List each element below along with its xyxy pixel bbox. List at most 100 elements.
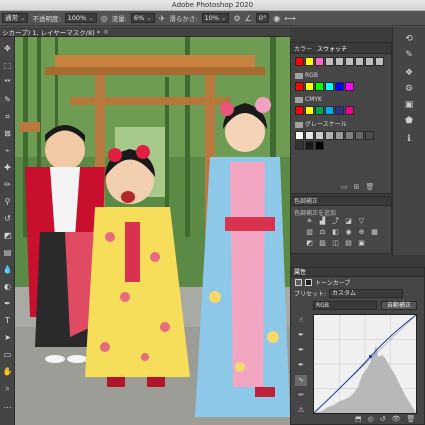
flow-field[interactable]: 6% ⌄: [130, 13, 155, 23]
trash-icon[interactable]: 🗑: [366, 183, 375, 191]
curves-icon[interactable]: ⤴: [331, 217, 340, 225]
angle-field[interactable]: 0°: [255, 13, 270, 23]
zoom-tool[interactable]: ⌕: [2, 383, 13, 394]
opacity-field[interactable]: 100% ⌄: [64, 13, 97, 23]
gradient-tool[interactable]: ▤: [2, 247, 13, 258]
cmyk-swatch[interactable]: [305, 106, 314, 115]
recent-swatch[interactable]: [355, 57, 364, 66]
exposure-icon[interactable]: ◪: [344, 217, 353, 225]
properties-tab[interactable]: 属性: [291, 268, 424, 277]
trash-icon[interactable]: 🗑: [407, 415, 416, 423]
glyph-icon[interactable]: ❖: [402, 67, 416, 79]
shape-tool[interactable]: ▭: [2, 349, 13, 360]
recent-swatch[interactable]: [305, 57, 314, 66]
preset-select[interactable]: カスタム: [329, 289, 404, 298]
blur-tool[interactable]: 💧: [2, 264, 13, 275]
gradient-map-icon[interactable]: ▤: [344, 239, 353, 247]
recent-swatch[interactable]: [375, 57, 384, 66]
airbrush-icon[interactable]: ✈: [159, 14, 166, 23]
rgb-swatch[interactable]: [345, 82, 354, 91]
brightness-icon[interactable]: ☀: [305, 217, 314, 225]
brush-tool[interactable]: ✏: [2, 179, 13, 190]
view-previous-icon[interactable]: ◎: [368, 415, 374, 423]
eyedropper-tool[interactable]: ⌁: [2, 145, 13, 156]
hue-saturation-icon[interactable]: ▥: [305, 228, 314, 236]
curves-graph[interactable]: [313, 314, 417, 414]
tab-color[interactable]: カラー: [294, 44, 312, 53]
lasso-tool[interactable]: ᕯ: [2, 77, 13, 88]
posterize-icon[interactable]: ▨: [318, 239, 327, 247]
black-point-eyedropper-icon[interactable]: ✒: [295, 330, 307, 341]
mask-icon[interactable]: [305, 279, 312, 286]
color-lookup-icon[interactable]: ▦: [370, 228, 379, 236]
healing-tool[interactable]: ✚: [2, 162, 13, 173]
close-tab-icon[interactable]: ×: [103, 28, 109, 36]
rgb-swatch[interactable]: [305, 82, 314, 91]
clip-to-layer-icon[interactable]: ⬒: [355, 415, 362, 423]
rgb-swatch[interactable]: [295, 82, 304, 91]
recent-swatch[interactable]: [315, 57, 324, 66]
rgb-swatch[interactable]: [325, 82, 334, 91]
grayscale-swatch[interactable]: [295, 131, 304, 140]
libraries-icon[interactable]: ▣: [402, 99, 416, 111]
swatch-group-cmyk[interactable]: CMYK: [295, 95, 385, 104]
selective-color-icon[interactable]: ▣: [357, 239, 366, 247]
history-icon[interactable]: ⟲: [402, 33, 416, 45]
cmyk-swatch[interactable]: [295, 106, 304, 115]
target-adjust-icon[interactable]: ☝: [295, 315, 307, 326]
document-tab[interactable]: シカーブ) 1, レイヤーマスク/8) *: [0, 27, 100, 37]
gear-icon[interactable]: ⚙: [233, 14, 240, 23]
paths-icon[interactable]: ⬟: [402, 115, 416, 127]
marquee-tool[interactable]: ⬚: [2, 60, 13, 71]
channel-select[interactable]: RGB: [313, 301, 377, 310]
adjust-icon[interactable]: ⚙: [402, 83, 416, 95]
swatch-group-grayscale[interactable]: グレースケール: [295, 120, 385, 129]
recent-swatch[interactable]: [335, 57, 344, 66]
auto-button[interactable]: 自動補正: [381, 301, 417, 310]
recent-swatch[interactable]: [295, 57, 304, 66]
dodge-tool[interactable]: ◐: [2, 281, 13, 292]
pen-tool[interactable]: ✒: [2, 298, 13, 309]
cmyk-swatch[interactable]: [315, 106, 324, 115]
new-swatch-icon[interactable]: ⊞: [354, 183, 360, 191]
grayscale-swatch[interactable]: [295, 141, 304, 150]
path-select-tool[interactable]: ➤: [2, 332, 13, 343]
levels-icon[interactable]: ▟: [318, 217, 327, 225]
reset-icon[interactable]: ↺: [380, 415, 386, 423]
eraser-tool[interactable]: ◩: [2, 230, 13, 241]
folder-new-icon[interactable]: ▭: [341, 183, 348, 191]
recent-swatch[interactable]: [365, 57, 374, 66]
channel-mixer-icon[interactable]: ⊕: [357, 228, 366, 236]
move-tool[interactable]: ✥: [2, 43, 13, 54]
grayscale-swatch[interactable]: [325, 131, 334, 140]
info-icon[interactable]: ℹ: [402, 133, 416, 145]
recent-swatch[interactable]: [345, 57, 354, 66]
cmyk-swatch[interactable]: [335, 106, 344, 115]
histogram-warning-icon[interactable]: ⚠: [295, 405, 307, 416]
brush-settings-icon[interactable]: ✎: [402, 49, 416, 61]
mode-select[interactable]: 通常 ⌄: [2, 13, 29, 23]
hand-tool[interactable]: ✋: [2, 366, 13, 377]
crop-tool[interactable]: ⌗: [2, 111, 13, 122]
pressure-size-icon[interactable]: ◉: [273, 14, 280, 23]
rgb-swatch[interactable]: [335, 82, 344, 91]
history-brush-tool[interactable]: ↺: [2, 213, 13, 224]
grayscale-swatch[interactable]: [315, 141, 324, 150]
grayscale-swatch[interactable]: [335, 131, 344, 140]
grayscale-swatch[interactable]: [315, 131, 324, 140]
visibility-icon[interactable]: 👁: [392, 415, 401, 423]
gray-point-eyedropper-icon[interactable]: ✒: [295, 345, 307, 356]
recent-swatch[interactable]: [325, 57, 334, 66]
grayscale-swatch[interactable]: [355, 131, 364, 140]
smoothing-field[interactable]: 10% ⌄: [201, 13, 230, 23]
more-tools[interactable]: …: [2, 400, 13, 411]
grayscale-swatch[interactable]: [345, 131, 354, 140]
cmyk-swatch[interactable]: [325, 106, 334, 115]
cmyk-swatch[interactable]: [345, 106, 354, 115]
grayscale-swatch[interactable]: [365, 131, 374, 140]
grayscale-swatch[interactable]: [305, 141, 314, 150]
invert-icon[interactable]: ◩: [305, 239, 314, 247]
black-white-icon[interactable]: ◧: [331, 228, 340, 236]
photo-filter-icon[interactable]: ◉: [344, 228, 353, 236]
color-balance-icon[interactable]: ⚖: [318, 228, 327, 236]
